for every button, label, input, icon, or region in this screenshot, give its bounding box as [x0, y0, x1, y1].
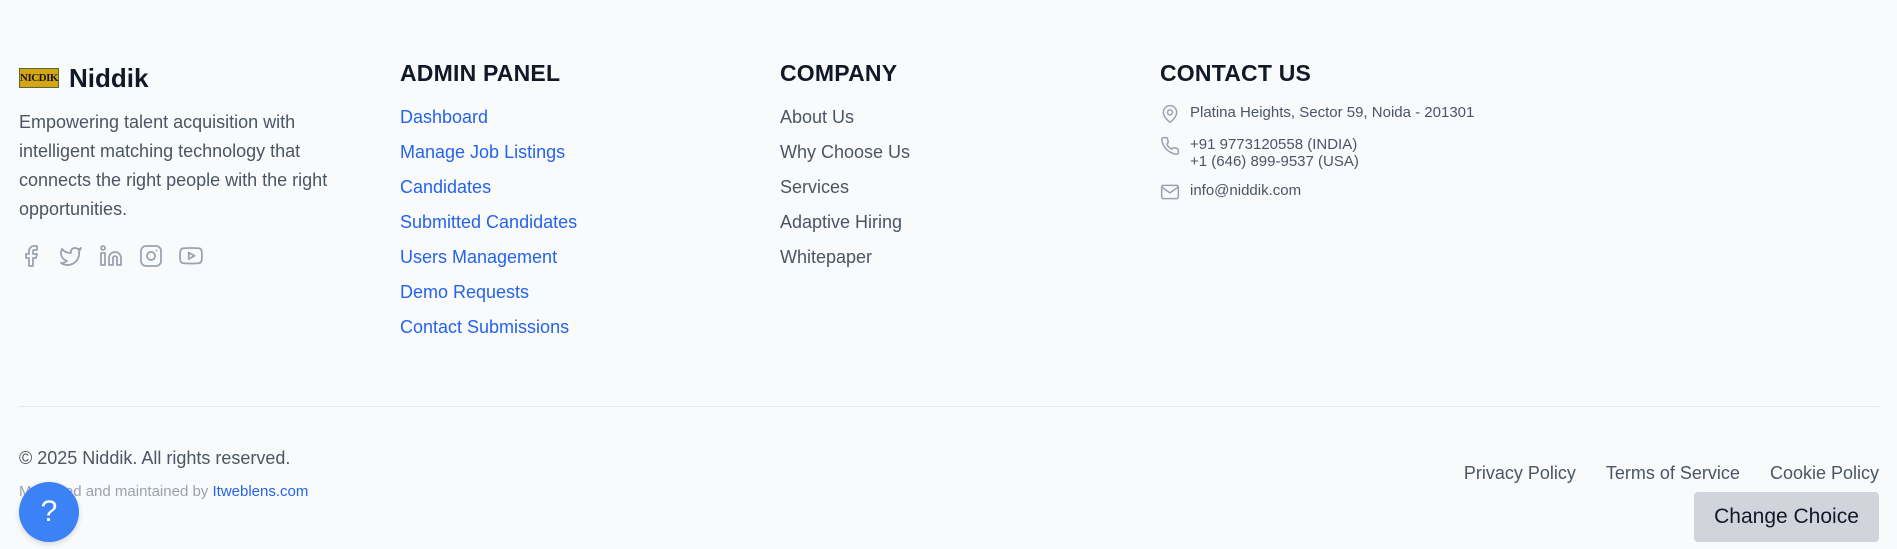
- contact-address: Platina Heights, Sector 59, Noida - 2013…: [1160, 104, 1660, 124]
- terms-of-service-link[interactable]: Terms of Service: [1606, 463, 1740, 484]
- link-about-us[interactable]: About Us: [780, 107, 854, 127]
- mail-icon: [1160, 182, 1180, 202]
- link-contact-submissions[interactable]: Contact Submissions: [400, 317, 569, 337]
- contact-phone: +91 9773120558 (INDIA) +1 (646) 899-9537…: [1160, 136, 1660, 170]
- legal-links: Privacy Policy Terms of Service Cookie P…: [1464, 463, 1879, 484]
- contact-list: Platina Heights, Sector 59, Noida - 2013…: [1160, 104, 1660, 202]
- footer-top: NICDIK Niddik Empowering talent acquisit…: [19, 0, 1879, 407]
- admin-panel-links: Dashboard Manage Job Listings Candidates…: [400, 104, 760, 349]
- company-title: COMPANY: [780, 60, 898, 86]
- phone-icon: [1160, 136, 1180, 156]
- link-why-choose-us[interactable]: Why Choose Us: [780, 142, 910, 162]
- cookie-policy-link[interactable]: Cookie Policy: [1770, 463, 1879, 484]
- brand-column: NICDIK Niddik Empowering talent acquisit…: [19, 60, 379, 268]
- change-choice-button[interactable]: Change Choice: [1694, 492, 1879, 542]
- link-dashboard[interactable]: Dashboard: [400, 107, 488, 127]
- footer-divider: [19, 406, 1879, 407]
- linkedin-icon[interactable]: [99, 244, 123, 268]
- map-pin-icon: [1160, 104, 1180, 124]
- instagram-icon[interactable]: [139, 244, 163, 268]
- link-users-management[interactable]: Users Management: [400, 247, 557, 267]
- social-links: [19, 244, 379, 268]
- copyright-text: © 2025 Niddik. All rights reserved.: [19, 448, 291, 468]
- admin-panel-column: ADMIN PANEL Dashboard Manage Job Listing…: [400, 60, 760, 349]
- contact-email: info@niddik.com: [1160, 182, 1660, 202]
- twitter-icon[interactable]: [59, 244, 83, 268]
- link-submitted-candidates[interactable]: Submitted Candidates: [400, 212, 577, 232]
- link-demo-requests[interactable]: Demo Requests: [400, 282, 529, 302]
- link-adaptive-hiring[interactable]: Adaptive Hiring: [780, 212, 902, 232]
- phone-usa[interactable]: +1 (646) 899-9537 (USA): [1190, 153, 1359, 170]
- facebook-icon[interactable]: [19, 244, 43, 268]
- contact-title: CONTACT US: [1160, 60, 1312, 86]
- brand-logo: NICDIK: [19, 68, 59, 88]
- link-candidates[interactable]: Candidates: [400, 177, 491, 197]
- brand-name: Niddik: [69, 62, 149, 93]
- link-whitepaper[interactable]: Whitepaper: [780, 247, 872, 267]
- contact-column: CONTACT US Platina Heights, Sector 59, N…: [1160, 60, 1660, 214]
- link-manage-job-listings[interactable]: Manage Job Listings: [400, 142, 565, 162]
- brand-row[interactable]: NICDIK Niddik: [19, 62, 379, 94]
- maintainer-link[interactable]: Itweblens.com: [212, 483, 308, 500]
- phone-india[interactable]: +91 9773120558 (INDIA): [1190, 136, 1359, 153]
- help-button[interactable]: ?: [19, 482, 79, 542]
- company-links: About Us Why Choose Us Services Adaptive…: [780, 104, 1140, 279]
- email-text[interactable]: info@niddik.com: [1190, 182, 1301, 199]
- link-services[interactable]: Services: [780, 177, 849, 197]
- brand-description: Empowering talent acquisition with intel…: [19, 112, 328, 219]
- address-text: Platina Heights, Sector 59, Noida - 2013…: [1190, 104, 1475, 121]
- privacy-policy-link[interactable]: Privacy Policy: [1464, 463, 1576, 484]
- admin-panel-title: ADMIN PANEL: [400, 60, 561, 86]
- company-column: COMPANY About Us Why Choose Us Services …: [780, 60, 1140, 279]
- youtube-icon[interactable]: [179, 244, 203, 268]
